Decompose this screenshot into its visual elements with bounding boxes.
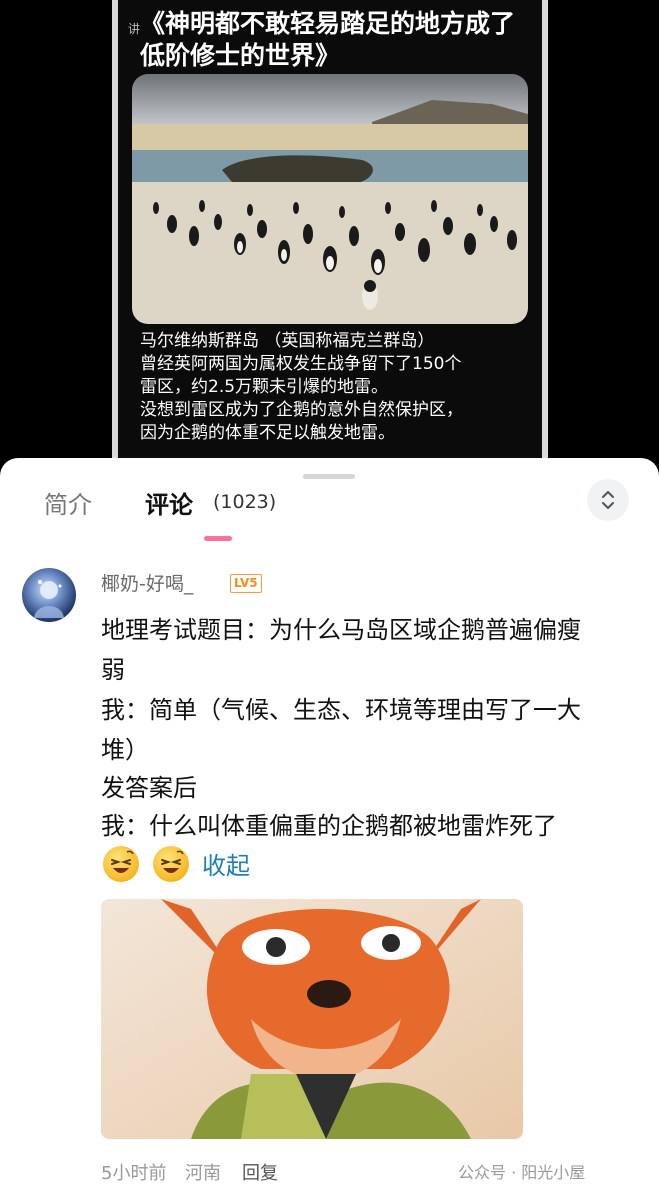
source-watermark: 公众号 · 阳光小屋 xyxy=(458,1163,586,1182)
video-caption-line: 雷区，约2.5万颗未引爆的地雷。 xyxy=(140,377,389,397)
video-player[interactable]: 讲 《神明都不敢轻易踏足的地方成了 低阶修士的世界》 马尔维纳斯群岛 （英国称福… xyxy=(0,0,659,470)
comment-text-line: 堆） xyxy=(101,736,149,764)
video-title: 《神明都不敢轻易踏足的地方成了 低阶修士的世界》 xyxy=(140,8,540,72)
laughing-emoji-icon xyxy=(103,846,139,882)
video-caption-line: 没想到雷区成为了企鹅的意外自然保护区， xyxy=(140,400,463,420)
video-frame: 讲 《神明都不敢轻易踏足的地方成了 低阶修士的世界》 马尔维纳斯群岛 （英国称福… xyxy=(112,0,548,462)
video-caption-line: 因为企鹅的体重不足以触发地雷。 xyxy=(140,423,395,443)
tab-intro[interactable]: 简介 xyxy=(44,485,92,520)
laughing-emoji-icon xyxy=(153,846,189,882)
user-level-badge: LV5 xyxy=(230,574,262,593)
comments-sheet: 简介 评论 (1023) 椰奶-好喝_ LV5 地理考试题目：为什么马岛区域企鹅… xyxy=(0,458,659,1200)
video-caption-line: 马尔维纳斯群岛 （英国称福克兰群岛） xyxy=(140,331,435,351)
comment-time: 5小时前 xyxy=(101,1163,167,1184)
sheet-drag-handle[interactable] xyxy=(303,474,355,479)
avatar[interactable] xyxy=(22,568,76,622)
comment-location: 河南 xyxy=(185,1163,221,1184)
tab-comments[interactable]: 评论 xyxy=(145,485,193,520)
comment-username[interactable]: 椰奶-好喝_ xyxy=(101,569,193,596)
video-title-line: 低阶修士的世界》 xyxy=(140,41,341,70)
sort-toggle-button[interactable] xyxy=(587,479,629,521)
video-caption-line: 曾经英阿两国为属权发生战争留下了150个 xyxy=(140,354,462,374)
comment-count: (1023) xyxy=(213,491,277,513)
comment-text-line: 我：什么叫体重偏重的企鹅都被地雷炸死了 xyxy=(101,812,557,840)
comment-image-fox-meme[interactable] xyxy=(101,899,523,1139)
penguin-photo xyxy=(132,74,528,324)
sort-chevrons-icon xyxy=(602,491,614,509)
watermark-text: 讲 xyxy=(128,22,141,36)
active-tab-indicator xyxy=(204,536,232,541)
collapse-link[interactable]: 收起 xyxy=(202,846,250,881)
video-title-line: 《神明都不敢轻易踏足的地方成了 xyxy=(140,9,516,38)
comment-text-line: 我：简单（气候、生态、环境等理由写了一大 xyxy=(101,696,581,724)
reply-button[interactable]: 回复 xyxy=(242,1159,278,1185)
comment-text-line: 发答案后 xyxy=(101,774,197,802)
comment-text-line: 地理考试题目：为什么马岛区域企鹅普遍偏瘦 xyxy=(101,616,581,644)
comment-text-line: 弱 xyxy=(101,656,125,684)
